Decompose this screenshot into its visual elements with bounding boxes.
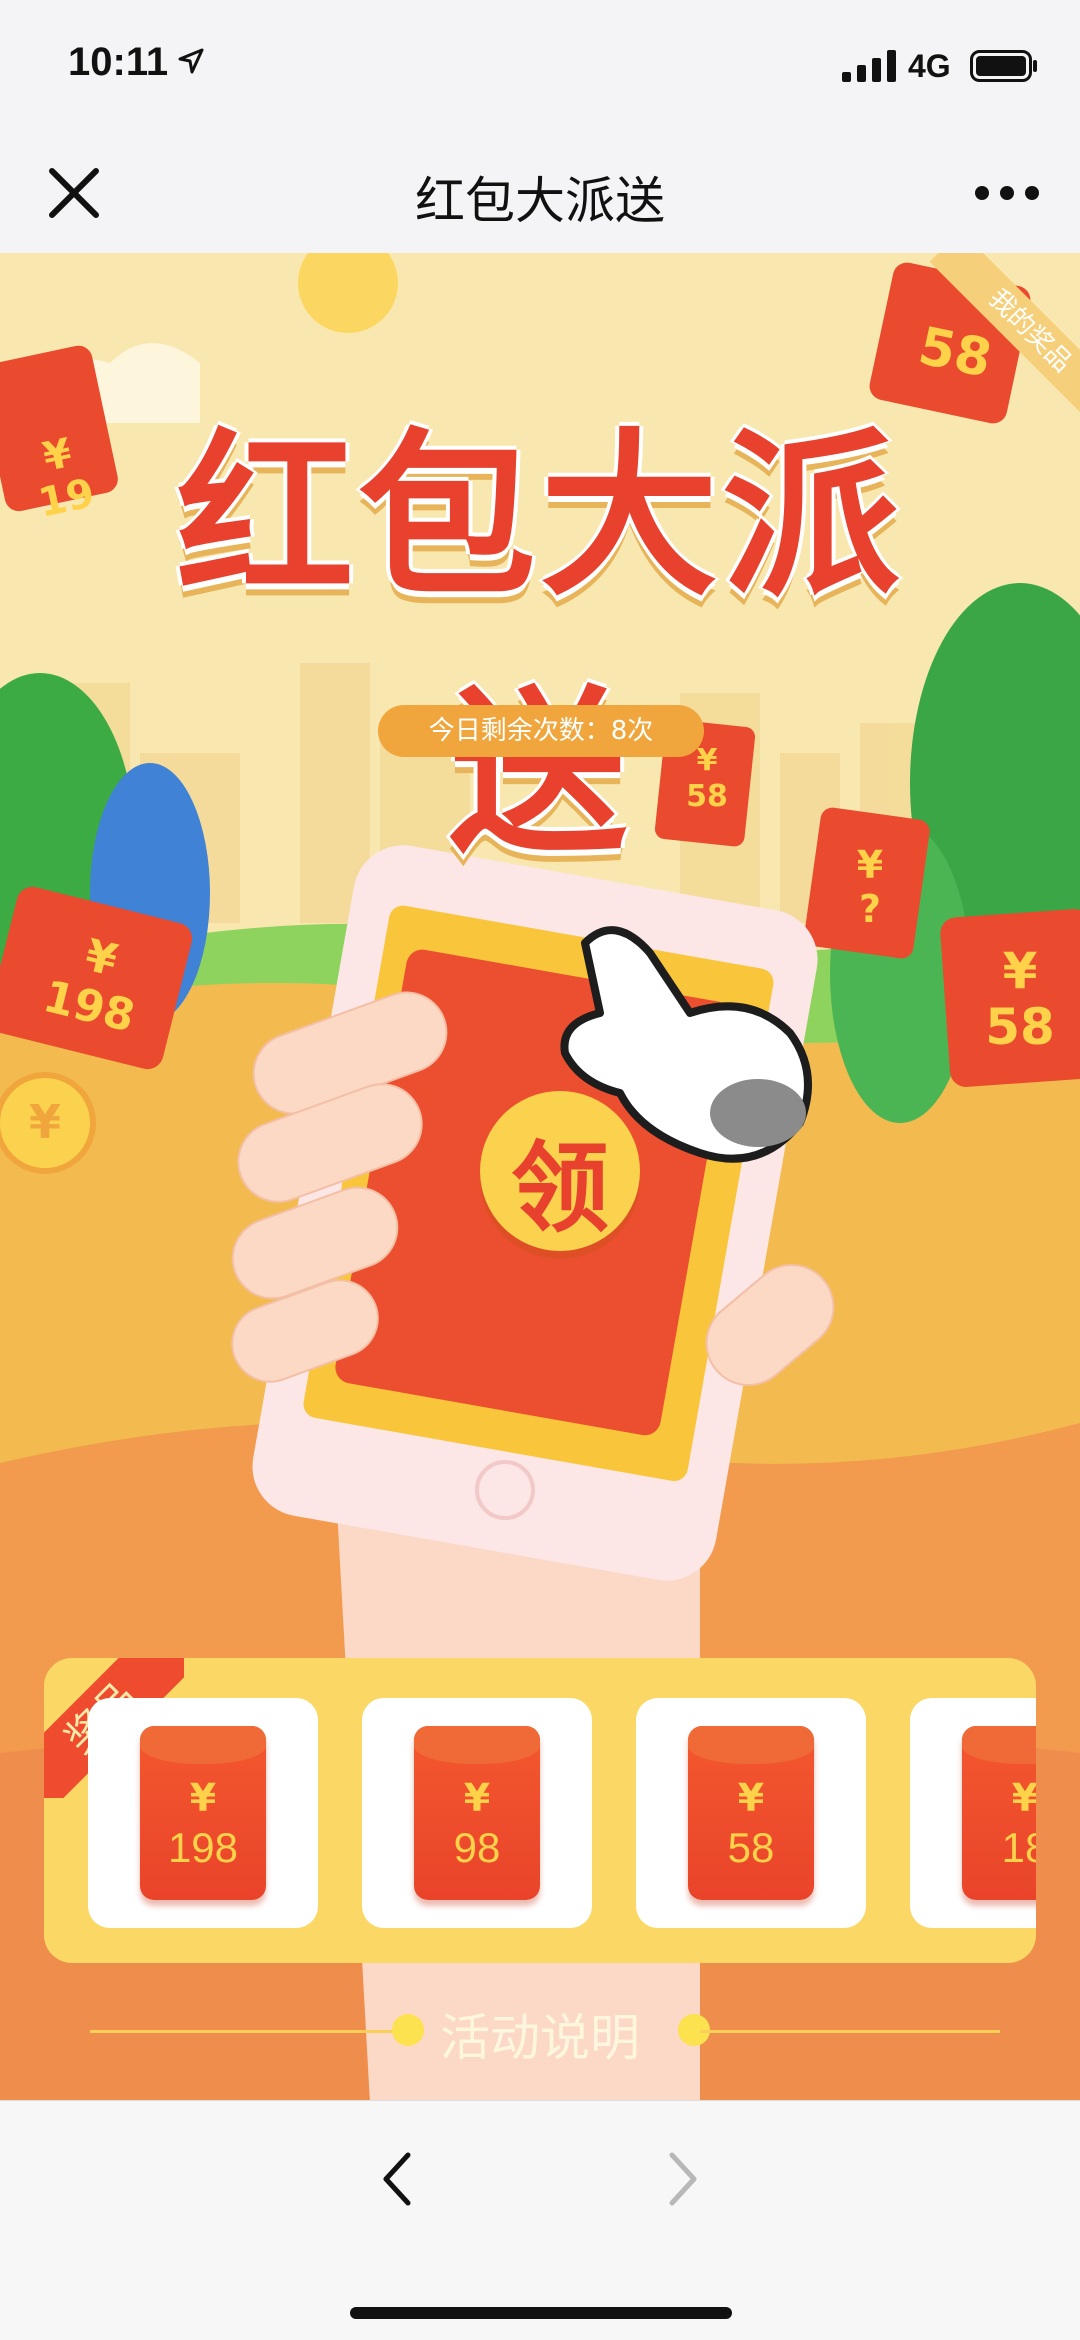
status-bar: 10:11 4G [0, 0, 1080, 135]
activity-rules-label: 活动说明 [440, 2009, 640, 2067]
remaining-count-badge: 今日剩余次数：8次 [378, 705, 704, 757]
activity-rules-link[interactable]: 活动说明 [0, 1990, 1080, 2070]
prize-amount: 18 [1001, 1824, 1036, 1871]
claim-button-label: 领 [510, 1132, 609, 1246]
prize-amount: 198 [167, 1824, 239, 1871]
more-icon[interactable] [972, 173, 1042, 213]
divider [700, 2030, 1000, 2033]
prize-amount: 58 [727, 1824, 775, 1871]
prize-card[interactable]: ¥ 58 [636, 1698, 866, 1928]
signal-icon [842, 50, 896, 82]
red-envelope-icon: ¥ 98 [414, 1726, 540, 1900]
home-indicator [350, 2307, 732, 2319]
nav-bar: 红包大派送 [0, 135, 1080, 254]
hero-title: 红包大派送 [176, 413, 904, 877]
network-type: 4G [908, 48, 951, 84]
status-time: 10:11 [68, 40, 169, 84]
location-arrow-icon [178, 48, 204, 74]
floating-envelope-label: ¥58 [686, 743, 728, 814]
prize-card[interactable]: ¥ 98 [362, 1698, 592, 1928]
prize-card[interactable]: ¥ 18 [910, 1698, 1036, 1928]
floating-envelope-label: ¥58 [985, 942, 1055, 1056]
page-title: 红包大派送 [415, 172, 665, 230]
prize-card[interactable]: ¥ 198 [88, 1698, 318, 1928]
red-envelope-icon: ¥ 18 [962, 1726, 1036, 1900]
floating-envelope-label: ¥? [856, 843, 884, 931]
browser-toolbar [0, 2100, 1080, 2340]
back-chevron-icon[interactable] [378, 2149, 418, 2209]
battery-icon [970, 50, 1037, 82]
red-envelope-icon: ¥ 198 [140, 1726, 266, 1900]
forward-chevron-icon[interactable] [662, 2149, 702, 2209]
claim-button[interactable]: 领 [480, 1091, 640, 1251]
coin-symbol: ¥ [28, 1095, 61, 1149]
prize-amount: 98 [453, 1824, 501, 1871]
prize-panel: 奖品 ¥ 198 ¥ 98 ¥ 58 ¥ 18 [44, 1658, 1036, 1963]
red-envelope-icon: ¥ 58 [688, 1726, 814, 1900]
